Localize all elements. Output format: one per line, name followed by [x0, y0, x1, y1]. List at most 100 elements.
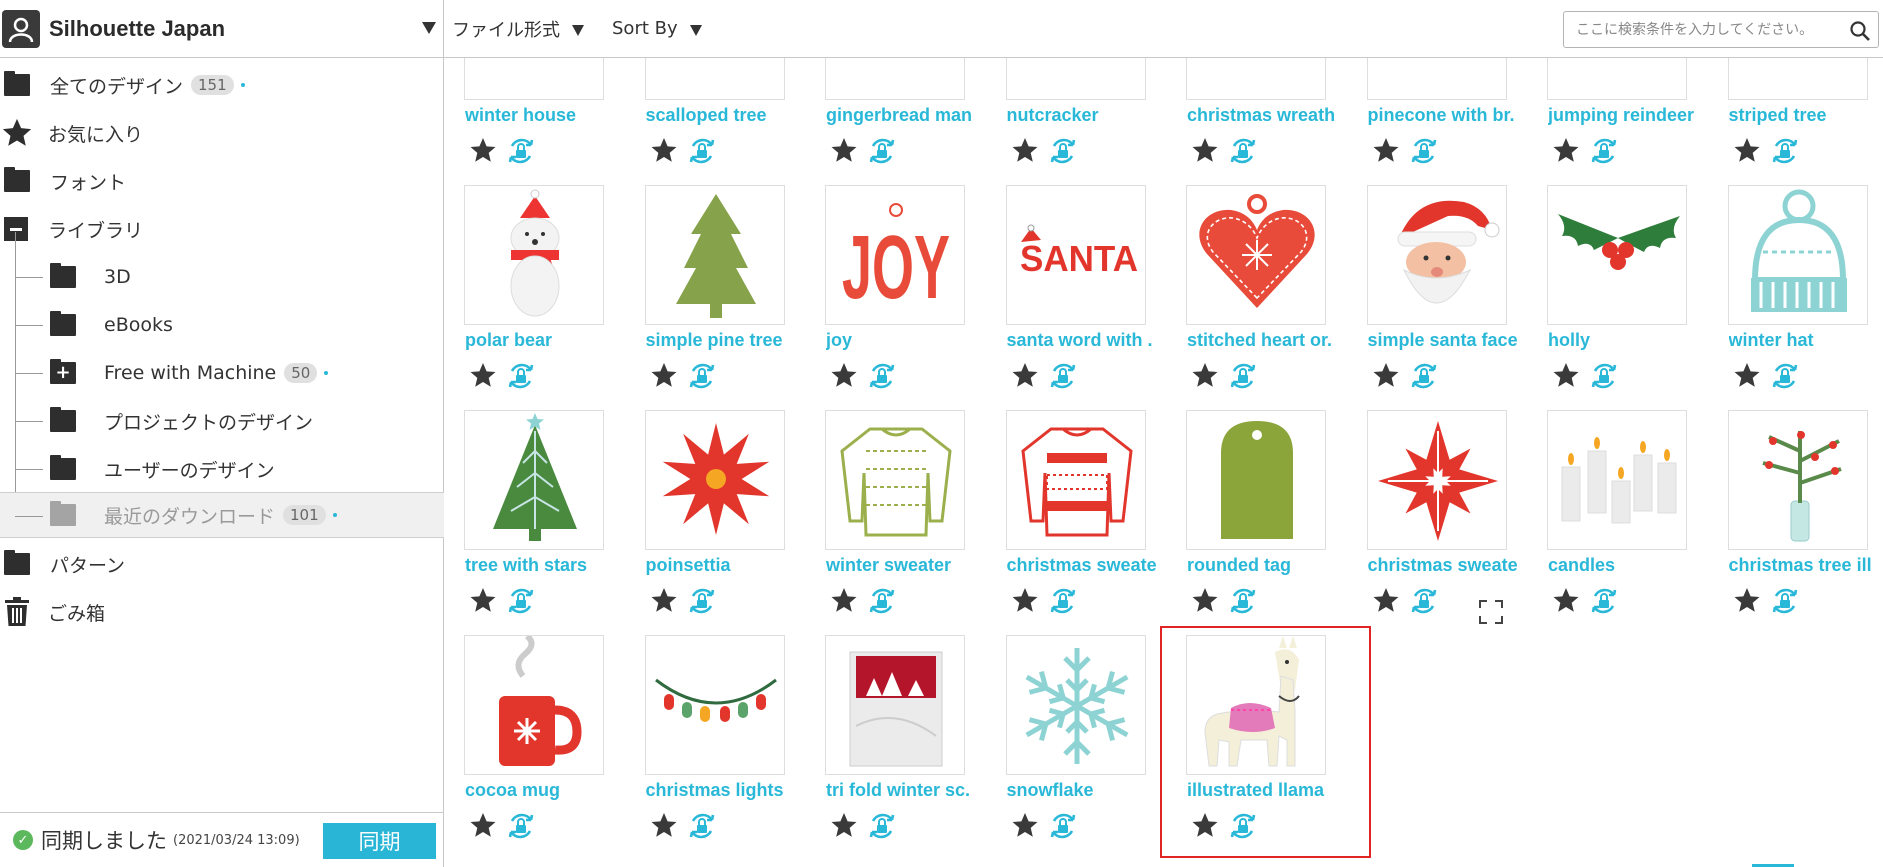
nav-trash[interactable]: ごみ箱	[0, 589, 444, 635]
cloud-sync-lock-icon[interactable]	[506, 811, 536, 841]
santa-face-icon[interactable]	[1366, 185, 1507, 325]
design-title[interactable]: simple pine tree	[646, 330, 806, 351]
design-tile[interactable]: scalloped tree	[625, 58, 800, 182]
striped-tree-icon[interactable]	[1727, 58, 1868, 100]
design-title[interactable]: poinsettia	[646, 555, 806, 576]
favorite-star-icon[interactable]	[468, 586, 498, 616]
cloud-sync-lock-icon[interactable]	[1589, 136, 1619, 166]
design-tile[interactable]: winter house	[444, 58, 619, 182]
design-title[interactable]: holly	[1548, 330, 1708, 351]
favorite-star-icon[interactable]	[1010, 136, 1040, 166]
red-sweater-icon[interactable]	[1005, 410, 1146, 550]
tree-branch-icon[interactable]	[1727, 410, 1868, 550]
favorite-star-icon[interactable]	[1732, 136, 1762, 166]
design-title[interactable]: christmas lights	[646, 780, 806, 801]
design-tile[interactable]: holly	[1527, 185, 1702, 407]
favorite-star-icon[interactable]	[1371, 136, 1401, 166]
design-title[interactable]: scalloped tree	[646, 105, 806, 126]
nav-patterns[interactable]: パターン	[0, 541, 444, 587]
favorite-star-icon[interactable]	[649, 136, 679, 166]
nav-sub-3d[interactable]: 3D	[15, 254, 444, 300]
favorite-star-icon[interactable]	[829, 811, 859, 841]
polar-bear-icon[interactable]	[464, 185, 604, 325]
favorite-star-icon[interactable]	[468, 811, 498, 841]
favorite-star-icon[interactable]	[649, 586, 679, 616]
favorite-star-icon[interactable]	[1371, 361, 1401, 391]
favorite-star-icon[interactable]	[1551, 586, 1581, 616]
design-tile[interactable]: gingerbread man	[805, 58, 980, 182]
design-tile[interactable]: tree with stars	[444, 410, 619, 632]
design-title[interactable]: christmas wreath	[1187, 105, 1347, 126]
favorite-star-icon[interactable]	[829, 586, 859, 616]
cloud-sync-lock-icon[interactable]	[1228, 361, 1258, 391]
cloud-sync-lock-icon[interactable]	[1048, 361, 1078, 391]
design-title[interactable]: cocoa mug	[465, 780, 625, 801]
gingerbread-man-icon[interactable]	[825, 58, 965, 100]
cloud-sync-lock-icon[interactable]	[1770, 586, 1800, 616]
holly-icon[interactable]	[1547, 185, 1687, 325]
pinecone-icon[interactable]	[1366, 58, 1507, 100]
favorite-star-icon[interactable]	[649, 361, 679, 391]
favorite-star-icon[interactable]	[1190, 811, 1220, 841]
joy-icon[interactable]: JOY	[825, 185, 965, 325]
cloud-sync-lock-icon[interactable]	[506, 361, 536, 391]
winter-hat-icon[interactable]	[1727, 185, 1868, 325]
design-tile[interactable]: JOY joy	[805, 185, 980, 407]
cloud-sync-lock-icon[interactable]	[506, 586, 536, 616]
cloud-sync-lock-icon[interactable]	[1589, 586, 1619, 616]
design-tile[interactable]: christmas lights	[625, 635, 800, 857]
cloud-sync-lock-icon[interactable]	[1770, 136, 1800, 166]
wreath-icon[interactable]	[1186, 58, 1326, 100]
design-title[interactable]: jumping reindeer	[1548, 105, 1708, 126]
nav-sub-free-with-machine[interactable]: + Free with Machine 50	[15, 350, 444, 396]
winter-house-icon[interactable]	[464, 58, 604, 100]
design-tile[interactable]: striped tree	[1708, 58, 1883, 182]
cloud-sync-lock-icon[interactable]	[506, 136, 536, 166]
lights-icon[interactable]	[644, 635, 785, 775]
design-tile[interactable]: jumping reindeer	[1527, 58, 1702, 182]
design-title[interactable]: winter sweater	[826, 555, 986, 576]
design-title[interactable]: tree with stars	[465, 555, 625, 576]
snowflake-icon[interactable]	[1005, 635, 1146, 775]
trifold-card-icon[interactable]	[825, 635, 965, 775]
favorite-star-icon[interactable]	[468, 361, 498, 391]
llama-icon[interactable]	[1186, 635, 1326, 775]
cloud-sync-lock-icon[interactable]	[687, 361, 717, 391]
design-tile[interactable]: cocoa mug	[444, 635, 619, 857]
design-tile[interactable]: stitched heart or.	[1166, 185, 1341, 407]
reindeer-icon[interactable]	[1547, 58, 1687, 100]
design-title[interactable]: polar bear	[465, 330, 625, 351]
pine-tree-icon[interactable]	[644, 185, 785, 325]
cloud-sync-lock-icon[interactable]	[1228, 811, 1258, 841]
favorite-star-icon[interactable]	[829, 136, 859, 166]
nav-all-designs[interactable]: 全てのデザイン 151	[0, 62, 444, 108]
search-input[interactable]	[1563, 11, 1879, 48]
nav-fonts[interactable]: フォント	[0, 158, 444, 204]
design-tile[interactable]: christmas tree ill	[1708, 410, 1883, 632]
nav-library[interactable]: ライブラリ	[0, 206, 444, 252]
design-tile[interactable]: pinecone with br.	[1347, 58, 1522, 182]
cloud-sync-lock-icon[interactable]	[1770, 361, 1800, 391]
design-title[interactable]: snowflake	[1007, 780, 1167, 801]
design-tile[interactable]: rounded tag	[1166, 410, 1341, 632]
design-title[interactable]: pinecone with br.	[1368, 105, 1528, 126]
favorite-star-icon[interactable]	[1010, 811, 1040, 841]
cloud-sync-lock-icon[interactable]	[867, 136, 897, 166]
favorite-star-icon[interactable]	[1190, 361, 1220, 391]
favorite-star-icon[interactable]	[1551, 361, 1581, 391]
cloud-sync-lock-icon[interactable]	[1409, 586, 1439, 616]
favorite-star-icon[interactable]	[468, 136, 498, 166]
nav-sub-recent-downloads[interactable]: 最近のダウンロード 101	[0, 492, 444, 538]
design-title[interactable]: illustrated llama	[1187, 780, 1347, 801]
cloud-sync-lock-icon[interactable]	[1589, 361, 1619, 391]
cloud-sync-lock-icon[interactable]	[1228, 586, 1258, 616]
favorite-star-icon[interactable]	[1190, 586, 1220, 616]
snowflake-pattern-icon[interactable]	[1366, 410, 1507, 550]
favorite-star-icon[interactable]	[1732, 361, 1762, 391]
sort-by-dropdown[interactable]: Sort By	[612, 18, 702, 39]
design-title[interactable]: winter hat	[1729, 330, 1883, 351]
favorite-star-icon[interactable]	[1371, 586, 1401, 616]
cloud-sync-lock-icon[interactable]	[867, 361, 897, 391]
poinsettia-icon[interactable]	[644, 410, 785, 550]
account-header[interactable]: Silhouette Japan	[0, 0, 444, 58]
